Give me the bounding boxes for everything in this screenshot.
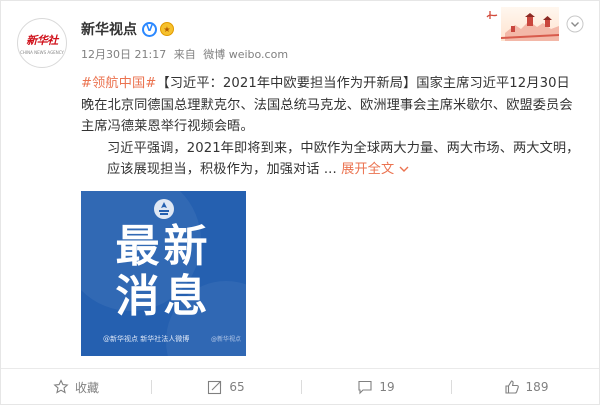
- avatar[interactable]: 新华社 CHINA NEWS AGENCY: [17, 18, 67, 68]
- more-options-chevron-icon[interactable]: [566, 15, 584, 33]
- post-source[interactable]: 微博 weibo.com: [203, 48, 288, 61]
- great-wall-banner-icon: [486, 7, 559, 41]
- comment-icon: [358, 380, 372, 395]
- avatar-logo-text: 新华社: [26, 34, 58, 47]
- account-name[interactable]: 新华视点: [81, 19, 137, 39]
- weibo-post-card: 新华社 CHINA NEWS AGENCY 新华视点 V ★ 12月30日 21…: [0, 0, 600, 405]
- post-paragraph-2: 习近平强调，2021年即将到来，中欧作为全球两大力量、两大市场、两大文明，应该展…: [81, 138, 581, 181]
- action-bar: 收藏 65 19 189: [1, 369, 600, 405]
- chevron-down-icon: [399, 166, 409, 172]
- share-icon: [208, 380, 222, 395]
- post-meta: 12月30日 21:17 来自 微博 weibo.com: [81, 46, 292, 62]
- star-icon: [53, 379, 69, 394]
- comment-count: 19: [379, 380, 395, 394]
- like-count: 189: [525, 380, 549, 394]
- post-time[interactable]: 12月30日 21:17: [81, 48, 166, 61]
- poster-credit: @新华视点 新华社法人微博: [103, 335, 190, 343]
- favorite-label: 收藏: [74, 380, 99, 395]
- poster-title-line-2: 消息: [115, 271, 212, 322]
- post-paragraph-1: #领航中国#【习近平：2021年中欧要担当作为开新局】国家主席习近平12月30日…: [81, 73, 581, 138]
- verified-badge-icon[interactable]: V: [142, 21, 157, 37]
- poster-watermark: @新华视点: [211, 336, 242, 343]
- post-source-prefix: 来自: [173, 48, 196, 61]
- account-name-row: 新华视点 V ★: [81, 18, 174, 40]
- repost-count: 65: [229, 380, 245, 394]
- like-button[interactable]: 189: [451, 369, 600, 405]
- favorite-button[interactable]: 收藏: [1, 369, 151, 405]
- avatar-sub-text: CHINA NEWS AGENCY: [20, 50, 64, 55]
- xinhua-emblem-icon: [154, 199, 174, 219]
- post-text: #领航中国#【习近平：2021年中欧要担当作为开新局】国家主席习近平12月30日…: [81, 73, 581, 181]
- comment-button[interactable]: 19: [301, 369, 451, 405]
- expand-label[interactable]: 展开全文: [341, 162, 394, 177]
- post-image[interactable]: 最新 消息 @新华视点 新华社法人微博 @新华视点: [81, 191, 246, 356]
- gold-medal-icon[interactable]: ★: [160, 22, 174, 36]
- repost-button[interactable]: 65: [151, 369, 301, 405]
- hashtag-link[interactable]: #领航中国#: [81, 76, 156, 91]
- thumbs-up-icon: [504, 380, 519, 394]
- poster-title-line-1: 最新: [115, 221, 212, 272]
- expand-full-text-link[interactable]: 展开全文: [341, 162, 409, 177]
